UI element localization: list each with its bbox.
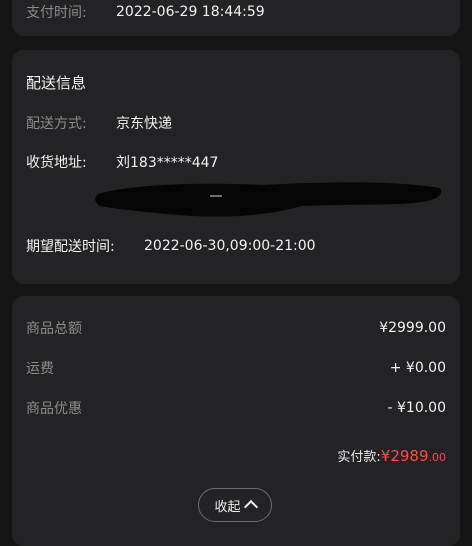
collapse-button[interactable]: 收起: [198, 488, 272, 522]
price-value-discount: - ¥10.00: [387, 400, 447, 416]
price-row-total: 商品总额 ¥2999.00: [26, 318, 446, 338]
actual-payment-amount: 2989: [390, 447, 429, 465]
price-label-total: 商品总额: [26, 321, 82, 337]
address-value: 刘183*****447: [116, 155, 219, 171]
address-redaction: [95, 182, 442, 217]
chevron-up-icon: [243, 499, 258, 515]
payment-time-label: 支付时间:: [26, 5, 87, 21]
delivery-section-title: 配送信息: [26, 74, 87, 92]
price-label-discount: 商品优惠: [26, 401, 82, 417]
collapse-button-label: 收起: [214, 499, 241, 515]
price-value-total: ¥2999.00: [379, 320, 446, 336]
price-row-shipping: 运费 + ¥0.00: [26, 358, 446, 378]
address-label: 收货地址:: [26, 155, 87, 171]
price-row-discount: 商品优惠 - ¥10.00: [26, 398, 446, 418]
expected-delivery-label: 期望配送时间:: [26, 239, 115, 255]
actual-payment-label: 实付款:: [337, 450, 381, 465]
payment-card: 支付时间: 2022-06-29 18:44:59: [12, 0, 460, 36]
shipping-method-label: 配送方式:: [26, 116, 87, 132]
expected-delivery-value: 2022-06-30,09:00-21:00: [144, 238, 316, 254]
shipping-method-value: 京东快递: [116, 116, 172, 132]
payment-time-value: 2022-06-29 18:44:59: [116, 4, 265, 20]
delivery-info-card: 配送信息 配送方式: 京东快递 收货地址: 刘183*****447 期望配送时…: [12, 50, 460, 284]
price-value-shipping: + ¥0.00: [389, 360, 446, 376]
payment-time-row: 支付时间: 2022-06-29 18:44:59: [26, 2, 446, 22]
address-row: 收货地址: 刘183*****447: [26, 152, 446, 172]
actual-payment-currency: ¥: [380, 447, 391, 465]
price-summary-card: 商品总额 ¥2999.00 运费 + ¥0.00 商品优惠 - ¥10.00 实…: [12, 296, 460, 546]
actual-payment-row: 实付款: ¥ 2989 .00: [337, 446, 446, 465]
shipping-method-row: 配送方式: 京东快递: [26, 113, 446, 133]
price-label-shipping: 运费: [26, 361, 54, 377]
expected-delivery-row: 期望配送时间: 2022-06-30,09:00-21:00: [26, 236, 446, 256]
actual-payment-decimals: .00: [428, 451, 447, 464]
